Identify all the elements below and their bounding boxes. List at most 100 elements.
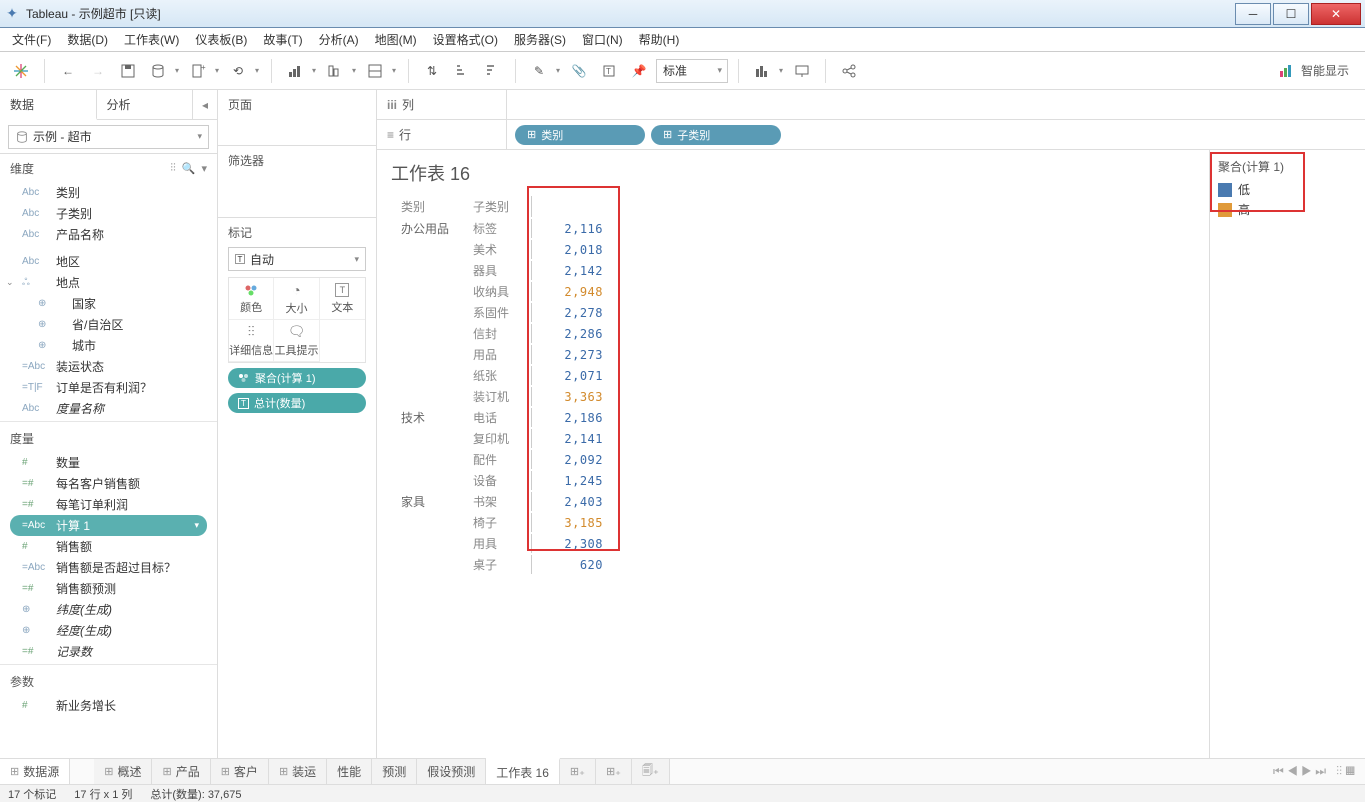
tab-overview[interactable]: ⊞概述 — [94, 759, 152, 784]
new-story-button[interactable]: 🗐₊ — [632, 759, 670, 784]
measure-field[interactable]: #数量 — [0, 452, 217, 473]
tab-whatif[interactable]: 假设预测 — [417, 759, 486, 784]
marks-size[interactable]: ◔大小 — [274, 278, 319, 320]
table-row[interactable]: 装订机3,363 — [393, 387, 611, 406]
back-button[interactable]: ← — [55, 58, 81, 84]
maximize-button[interactable]: ☐ — [1273, 3, 1309, 25]
marks-text[interactable]: T文本 — [320, 278, 365, 320]
tableau-logo-icon[interactable] — [8, 58, 34, 84]
parameter-field[interactable]: #新业务增长 — [0, 695, 217, 716]
table-row[interactable]: 用品2,273 — [393, 345, 611, 364]
worksheet-view[interactable]: 工作表 16 类别子类别 办公用品标签2,116美术2,018器具2,142收纳… — [377, 150, 1209, 764]
dimension-field[interactable]: =T|F订单是否有利润？ — [0, 377, 217, 398]
menu-story[interactable]: 故事(T) — [257, 29, 308, 50]
measure-field[interactable]: #销售额 — [0, 536, 217, 557]
dimension-field[interactable]: ⊕省/自治区 — [0, 314, 217, 335]
measure-field[interactable]: ⊕纬度(生成) — [0, 599, 217, 620]
menu-format[interactable]: 设置格式(O) — [427, 29, 504, 50]
new-datasource-button[interactable] — [145, 58, 171, 84]
menu-map[interactable]: 地图(M) — [369, 29, 423, 50]
marks-pill-color[interactable]: 聚合(计算 1) — [228, 368, 366, 388]
pages-shelf[interactable]: 页面 — [218, 90, 376, 146]
new-sheet-button[interactable]: + — [185, 58, 211, 84]
table-row[interactable]: 配件2,092 — [393, 450, 611, 469]
refresh-button[interactable]: ⟲ — [225, 58, 251, 84]
legend-item-low[interactable]: 低 — [1218, 181, 1357, 198]
filters-shelf[interactable]: 筛选器 — [218, 146, 376, 218]
new-dashboard-button[interactable]: ⊞₊ — [596, 759, 632, 784]
rows-shelf[interactable]: ≡行 ⊞类别 ⊞子类别 — [377, 120, 1365, 150]
table-row[interactable]: 信封2,286 — [393, 324, 611, 343]
menu-data[interactable]: 数据(D) — [61, 29, 114, 50]
table-row[interactable]: 美术2,018 — [393, 240, 611, 259]
table-row[interactable]: 办公用品标签2,116 — [393, 219, 611, 238]
pin-button[interactable]: 📌 — [626, 58, 652, 84]
fit-select[interactable]: 标准 — [656, 59, 728, 83]
marks-type-select[interactable]: T 自动 — [228, 247, 366, 271]
measure-field[interactable]: =#每名客户销售额 — [0, 473, 217, 494]
dimension-field[interactable]: Abc产品名称 — [0, 224, 217, 245]
dimension-field[interactable]: ⌄ஃ地点 — [0, 272, 217, 293]
totals-button[interactable] — [362, 58, 388, 84]
measure-field[interactable]: ⊕经度(生成) — [0, 620, 217, 641]
table-row[interactable]: 技术电话2,186 — [393, 408, 611, 427]
row-pill-category[interactable]: ⊞类别 — [515, 125, 645, 145]
table-row[interactable]: 收纳具2,948 — [393, 282, 611, 301]
tab-perf[interactable]: 性能 — [327, 759, 372, 784]
show-me-button[interactable]: 智能显示 — [1271, 62, 1357, 79]
sort-d-button[interactable] — [479, 58, 505, 84]
tab-product[interactable]: ⊞产品 — [152, 759, 210, 784]
tab-forecast[interactable]: 预测 — [372, 759, 417, 784]
table-row[interactable]: 家具书架2,403 — [393, 492, 611, 511]
close-button[interactable]: ✕ — [1311, 3, 1361, 25]
menu-analysis[interactable]: 分析(A) — [313, 29, 365, 50]
marks-color[interactable]: 颜色 — [229, 278, 274, 320]
tab-customer[interactable]: ⊞客户 — [211, 759, 269, 784]
share-button[interactable] — [836, 58, 862, 84]
marks-detail[interactable]: ⫶⫶详细信息 — [229, 320, 274, 362]
tab-data[interactable]: 数据 — [0, 90, 97, 120]
show-cards-button[interactable] — [749, 58, 775, 84]
tab-ship[interactable]: ⊞装运 — [269, 759, 327, 784]
dimension-field[interactable]: Abc子类别 — [0, 203, 217, 224]
swap-rc-button[interactable]: ⇅ — [419, 58, 445, 84]
table-row[interactable]: 桌子620 — [393, 555, 611, 574]
tab-analysis[interactable]: 分析 — [97, 90, 194, 119]
dimension-field[interactable]: ⊕城市 — [0, 335, 217, 356]
tab-nav[interactable]: ⏮ ◀ ▶ ⏭ ⫶⫶ ▦ — [1263, 759, 1365, 784]
color-legend[interactable]: 聚合(计算 1) 低 高 — [1209, 150, 1365, 764]
highlight-button[interactable]: ✎ — [526, 58, 552, 84]
sort-a-button[interactable] — [449, 58, 475, 84]
search-icon[interactable]: 🔍 — [182, 162, 196, 175]
table-row[interactable]: 纸张2,071 — [393, 366, 611, 385]
dimension-field[interactable]: Abc度量名称 — [0, 398, 217, 419]
marks-tooltip[interactable]: 🗨工具提示 — [274, 320, 319, 362]
table-row[interactable]: 用具2,308 — [393, 534, 611, 553]
save-button[interactable] — [115, 58, 141, 84]
datasource-select[interactable]: 示例 - 超市 — [8, 125, 209, 149]
table-row[interactable]: 设备1,245 — [393, 471, 611, 490]
dimension-field[interactable]: Abc类别 — [0, 182, 217, 203]
tab-sheet16[interactable]: 工作表 16 — [486, 758, 560, 784]
dimension-field[interactable]: Abc地区 — [0, 251, 217, 272]
table-row[interactable]: 椅子3,185 — [393, 513, 611, 532]
view-icon[interactable]: ⫶⫶ — [170, 162, 176, 175]
menu-file[interactable]: 文件(F) — [6, 29, 57, 50]
menu-window[interactable]: 窗口(N) — [576, 29, 629, 50]
forward-button[interactable]: → — [85, 58, 111, 84]
table-row[interactable]: 器具2,142 — [393, 261, 611, 280]
attach-button[interactable]: 📎 — [566, 58, 592, 84]
dimension-field[interactable]: ⊕国家 — [0, 293, 217, 314]
menu-worksheet[interactable]: 工作表(W) — [118, 29, 185, 50]
menu-dashboard[interactable]: 仪表板(B) — [189, 29, 253, 50]
columns-shelf[interactable]: iii列 — [377, 90, 1365, 120]
menu-help[interactable]: 帮助(H) — [633, 29, 686, 50]
sheet-title[interactable]: 工作表 16 — [391, 160, 1195, 186]
table-row[interactable]: 复印机2,141 — [393, 429, 611, 448]
label-button[interactable]: T — [596, 58, 622, 84]
menu-icon[interactable]: ▾ — [201, 162, 207, 175]
minimize-button[interactable]: ─ — [1235, 3, 1271, 25]
dimension-field[interactable]: =Abc装运状态 — [0, 356, 217, 377]
measure-field[interactable]: =#记录数 — [0, 641, 217, 662]
tab-datasource[interactable]: ⊞数据源 — [0, 759, 70, 784]
